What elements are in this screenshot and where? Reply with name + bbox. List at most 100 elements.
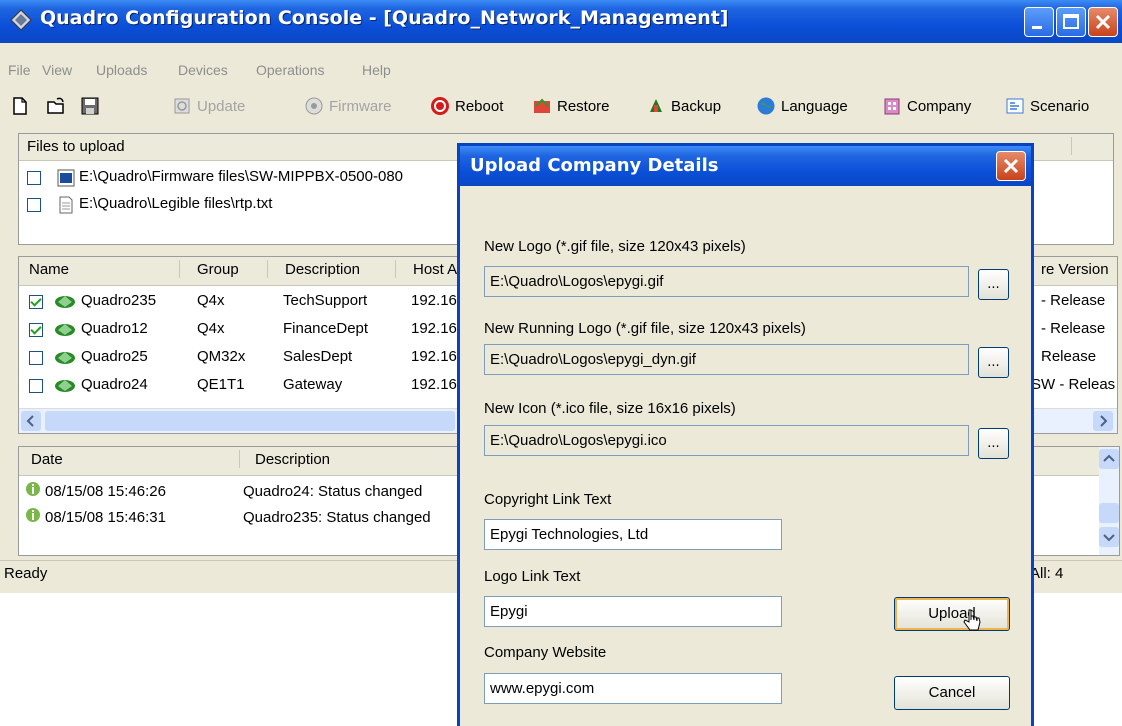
vertical-scrollbar[interactable] [1099, 447, 1119, 555]
text-file-icon [59, 196, 73, 214]
files-header-label: Files to upload [27, 138, 125, 155]
device-icon [55, 352, 75, 364]
file-checkbox[interactable] [27, 171, 41, 185]
dialog-title-bar: Upload Company Details [460, 146, 1031, 186]
backup-label: Backup [671, 97, 722, 115]
language-button[interactable]: Language [756, 94, 848, 118]
status-text: Ready [4, 565, 48, 582]
restore-icon [534, 98, 550, 113]
new-icon-path-field[interactable]: E:\Quadro\Logos\epygi.ico [484, 425, 969, 456]
log-description: Quadro235: Status changed [243, 509, 431, 526]
update-button[interactable]: Update [172, 94, 245, 118]
firmware-label: Firmware [329, 97, 392, 115]
reboot-icon [431, 97, 449, 115]
new-running-logo-path-field[interactable]: E:\Quadro\Logos\epygi_dyn.gif [484, 344, 969, 375]
status-count: All: 4 [1030, 565, 1064, 582]
close-icon [1003, 158, 1019, 174]
menu-devices[interactable]: Devices [178, 62, 228, 78]
new-file-icon [13, 97, 27, 115]
menu-file[interactable]: File [8, 62, 31, 78]
device-host: 192.16 [411, 292, 457, 309]
column-date[interactable]: Date [31, 451, 63, 468]
device-group: Q4x [197, 292, 225, 309]
device-icon [55, 380, 75, 392]
device-description: TechSupport [283, 292, 368, 309]
app-icon [10, 9, 32, 31]
scroll-left-icon[interactable] [21, 411, 41, 431]
file-path: E:\Quadro\Firmware files\SW-MIPPBX-0500-… [79, 168, 404, 185]
new-button[interactable] [10, 94, 35, 118]
device-checkbox[interactable] [29, 351, 43, 365]
column-separator [239, 450, 240, 468]
scroll-right-icon[interactable] [1093, 411, 1113, 431]
company-icon [884, 98, 900, 115]
column-host-address[interactable]: Host A [413, 261, 457, 278]
browse-logo-button[interactable]: ... [978, 269, 1009, 300]
device-version: - Release [1041, 320, 1106, 337]
device-group: QE1T1 [197, 376, 245, 393]
device-checkbox[interactable] [29, 295, 43, 309]
scroll-down-icon[interactable] [1099, 527, 1119, 547]
column-separator [267, 260, 268, 278]
device-name: Quadro24 [81, 376, 148, 393]
device-checkbox[interactable] [29, 379, 43, 393]
menu-help[interactable]: Help [362, 62, 391, 78]
minimize-button[interactable] [1024, 7, 1054, 37]
cancel-button[interactable]: Cancel [894, 676, 1010, 710]
toolbar: Update Firmware Reboot Restore Backup La… [0, 90, 1122, 122]
open-folder-icon [47, 97, 64, 114]
device-host: 192.16 [411, 320, 457, 337]
maximize-button[interactable] [1056, 7, 1086, 37]
scroll-thumb[interactable] [1099, 503, 1119, 523]
new-icon-label: New Icon (*.ico file, size 16x16 pixels) [484, 400, 736, 417]
column-name[interactable]: Name [29, 261, 69, 278]
menu-view[interactable]: View [42, 62, 72, 78]
company-website-input[interactable]: www.epygi.com [484, 673, 782, 704]
language-label: Language [781, 97, 848, 115]
scroll-up-icon[interactable] [1099, 449, 1119, 469]
close-button[interactable] [1088, 7, 1118, 37]
update-icon [174, 98, 190, 114]
scroll-thumb[interactable] [45, 411, 455, 431]
dialog-close-button[interactable] [996, 151, 1026, 181]
globe-icon [757, 97, 775, 115]
backup-button[interactable]: Backup [646, 94, 721, 118]
new-logo-path-field[interactable]: E:\Quadro\Logos\epygi.gif [484, 266, 969, 297]
scenario-button[interactable]: Scenario [1005, 94, 1089, 118]
maximize-icon [1063, 14, 1079, 29]
device-checkbox[interactable] [29, 323, 43, 337]
minimize-icon [1032, 26, 1042, 29]
scenario-icon [1006, 98, 1024, 114]
device-name: Quadro25 [81, 348, 148, 365]
column-description[interactable]: Description [285, 261, 360, 278]
restore-button[interactable]: Restore [532, 94, 610, 118]
open-button[interactable] [46, 94, 71, 118]
device-group: Q4x [197, 320, 225, 337]
info-icon [26, 482, 40, 496]
column-group[interactable]: Group [197, 261, 239, 278]
file-checkbox[interactable] [27, 198, 41, 212]
menu-uploads[interactable]: Uploads [96, 62, 147, 78]
firmware-button[interactable]: Firmware [304, 94, 392, 118]
column-firmware-version[interactable]: re Version [1041, 261, 1109, 278]
logo-link-input[interactable]: Epygi [484, 596, 782, 627]
reboot-button[interactable]: Reboot [430, 94, 503, 118]
company-button[interactable]: Company [882, 94, 971, 118]
copyright-link-input[interactable]: Epygi Technologies, Ltd [484, 519, 782, 550]
browse-icon-button[interactable]: ... [978, 428, 1009, 459]
logo-link-label: Logo Link Text [484, 568, 581, 585]
window-title: Quadro Configuration Console - [Quadro_N… [40, 7, 729, 29]
close-icon [1095, 14, 1111, 30]
firmware-file-icon [57, 169, 75, 187]
upload-button[interactable]: Upload [894, 597, 1010, 631]
browse-running-logo-button[interactable]: ... [978, 347, 1009, 378]
save-disk-icon [81, 97, 99, 115]
column-description[interactable]: Description [255, 451, 330, 468]
reboot-label: Reboot [455, 97, 504, 115]
save-button[interactable] [80, 94, 105, 118]
device-description: SalesDept [283, 348, 353, 365]
upload-company-dialog: Upload Company Details New Logo (*.gif f… [457, 143, 1034, 726]
info-icon [26, 508, 40, 522]
device-icon [55, 324, 75, 336]
menu-operations[interactable]: Operations [256, 62, 324, 78]
